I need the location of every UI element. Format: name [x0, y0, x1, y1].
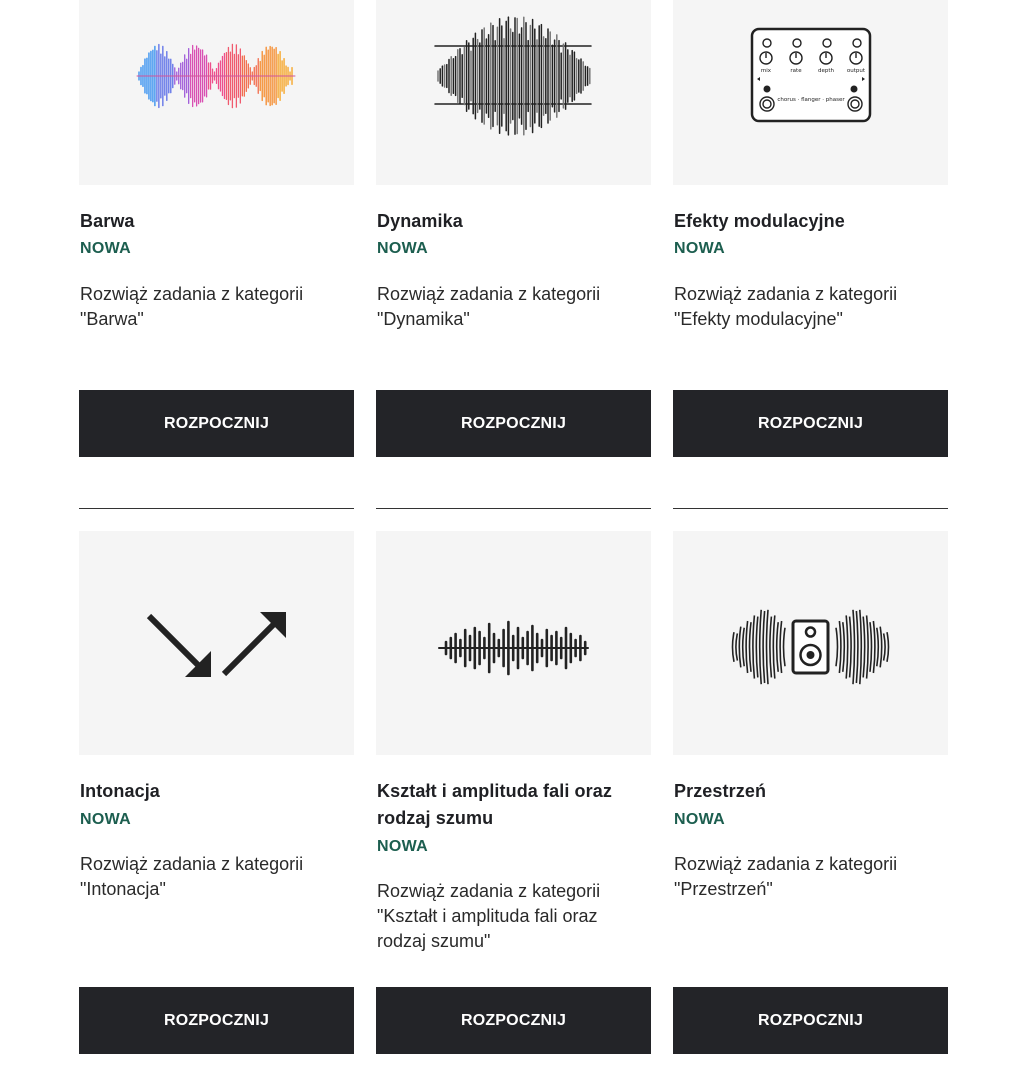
card-description: Rozwiąż zadania z kategorii "Intonacja": [80, 854, 304, 899]
divider: [376, 508, 651, 509]
new-badge: NOWA: [80, 811, 131, 828]
colorful-waveform-icon: [136, 43, 296, 109]
start-button[interactable]: ROZPOCZNIJ: [376, 390, 651, 457]
pedal-label-mix: mix: [761, 68, 772, 74]
pedal-caption: chorus · flanger · phaser: [777, 97, 845, 103]
card-title: Przestrzeń: [674, 781, 767, 801]
card-thumbnail: [376, 0, 651, 185]
speaker-sound-waves-icon: [731, 609, 890, 685]
card-title: Intonacja: [80, 781, 160, 801]
start-button[interactable]: ROZPOCZNIJ: [79, 390, 354, 457]
divider: [673, 508, 948, 509]
card-thumbnail: [79, 531, 354, 755]
start-button[interactable]: ROZPOCZNIJ: [79, 987, 354, 1054]
card-description: Rozwiąż zadania z kategorii "Efekty modu…: [674, 284, 898, 329]
card-description: Rozwiąż zadania z kategorii "Dynamika": [377, 284, 601, 329]
card-thumbnail: [376, 531, 651, 755]
card-description: Rozwiąż zadania z kategorii "Przestrzeń": [674, 854, 898, 899]
start-button[interactable]: ROZPOCZNIJ: [673, 987, 948, 1054]
waveform-bars-icon: [438, 620, 589, 676]
card-thumbnail: [673, 531, 948, 755]
card-title: Efekty modulacyjne: [674, 211, 845, 231]
compressed-waveform-icon: [434, 16, 592, 136]
new-badge: NOWA: [674, 811, 725, 828]
new-badge: NOWA: [377, 240, 428, 257]
new-badge: NOWA: [377, 838, 428, 855]
card-description: Rozwiąż zadania z kategorii "Barwa": [80, 284, 304, 329]
card-thumbnail: mix rate depth output chorus · flanger ·…: [673, 0, 948, 185]
card-title: Barwa: [80, 211, 135, 231]
card-title: Kształt i amplituda fali oraz rodzaj szu…: [377, 781, 612, 828]
start-button[interactable]: ROZPOCZNIJ: [376, 987, 651, 1054]
card-description: Rozwiąż zadania z kategorii "Kształt i a…: [377, 881, 601, 951]
divider: [79, 508, 354, 509]
effects-pedal-icon: mix rate depth output chorus · flanger ·…: [750, 27, 872, 123]
card-title: Dynamika: [377, 211, 463, 231]
pedal-label-output: output: [847, 68, 866, 74]
new-badge: NOWA: [674, 240, 725, 257]
pedal-label-rate: rate: [790, 68, 802, 74]
start-button[interactable]: ROZPOCZNIJ: [673, 390, 948, 457]
pedal-label-depth: depth: [818, 68, 835, 74]
card-thumbnail: [79, 0, 354, 185]
up-down-arrows-icon: [146, 612, 286, 677]
new-badge: NOWA: [80, 240, 131, 257]
